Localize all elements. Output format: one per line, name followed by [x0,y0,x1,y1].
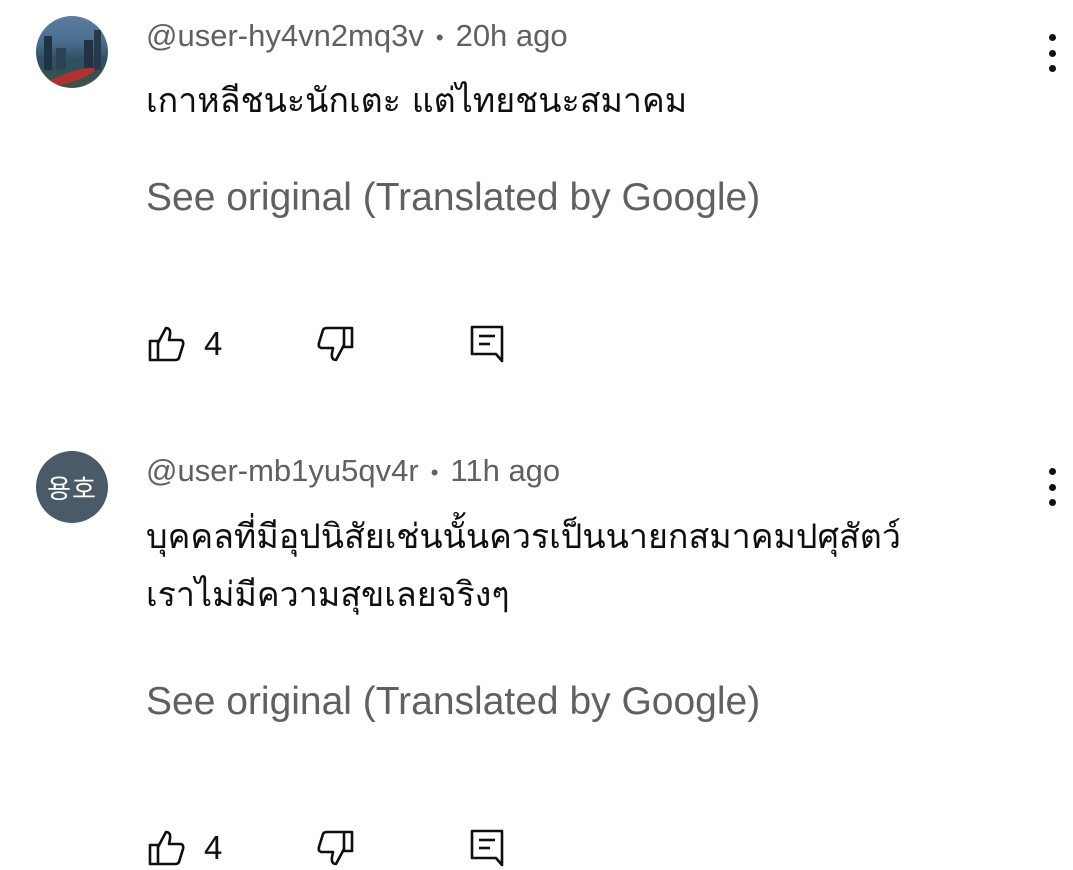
see-original-link[interactable]: See original (Translated by Google) [146,176,760,220]
comment-meta: @user-mb1yu5qv4r • 11h ago [146,453,560,489]
comment-text: บุคคลที่มีอุปนิสัยเช่นนั้นควรเป็นนายกสมา… [146,508,901,624]
comment-text-line: เกาหลีชนะนักเตะ แต่ไทยชนะสมาคม [146,81,688,121]
like-button[interactable]: 4 [146,322,222,366]
dislike-button[interactable] [316,322,356,366]
comment-text: เกาหลีชนะนักเตะ แต่ไทยชนะสมาคม [146,72,687,130]
reply-comment-icon [468,827,506,869]
more-vertical-icon[interactable] [1040,468,1064,512]
comment-time[interactable]: 20h ago [456,18,568,53]
comment-meta: @user-hy4vn2mq3v • 20h ago [146,18,568,54]
author-name[interactable]: @user-mb1yu5qv4r [146,453,419,488]
see-original-link[interactable]: See original (Translated by Google) [146,680,760,724]
comment-time[interactable]: 11h ago [450,453,560,488]
thumb-up-icon [146,828,186,868]
comment-text-line: เราไม่มีความสุขเลยจริงๆ [146,575,510,615]
like-count: 4 [204,325,223,362]
reply-comment-icon [468,323,506,365]
author-name[interactable]: @user-hy4vn2mq3v [146,18,424,53]
comment-actions: 4 [146,322,546,366]
comment-actions: 4 [146,826,546,870]
avatar[interactable]: 용호 [36,451,108,523]
meta-separator: • [435,24,444,50]
reply-button[interactable] [468,322,506,366]
dislike-button[interactable] [316,826,356,870]
avatar[interactable] [36,16,108,88]
like-count: 4 [204,829,223,866]
reply-button[interactable] [468,826,506,870]
comment-text-line: บุคคลที่มีอุปนิสัยเช่นนั้นควรเป็นนายกสมา… [146,517,901,557]
meta-separator: • [430,459,439,485]
thumb-down-icon [316,828,356,868]
more-vertical-icon[interactable] [1040,34,1064,78]
thumb-up-icon [146,324,186,364]
thumb-down-icon [316,324,356,364]
like-button[interactable]: 4 [146,826,222,870]
